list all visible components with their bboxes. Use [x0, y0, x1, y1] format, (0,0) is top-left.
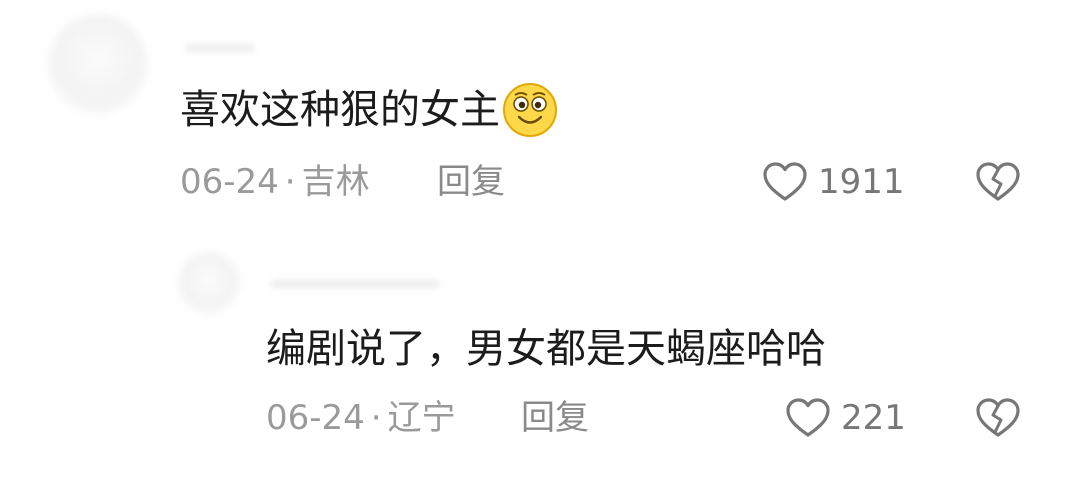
dislike-button[interactable]: [975, 161, 1021, 207]
comment-date: 06-24: [180, 162, 279, 202]
comment-text: 喜欢这种狠的女主: [180, 82, 558, 138]
broken-heart-icon: [976, 162, 1020, 201]
meta-separator: ·: [284, 162, 296, 202]
comment-date: 06-24: [266, 398, 365, 438]
heart-outline-icon: [763, 162, 807, 201]
dislike-button[interactable]: [975, 397, 1021, 443]
heart-outline-icon: [786, 398, 830, 437]
username[interactable]: [185, 44, 255, 52]
avatar[interactable]: [178, 252, 240, 314]
comment-location: 辽宁: [387, 398, 456, 438]
reply-button[interactable]: 回复: [437, 162, 505, 202]
comment-text: 编剧说了，男女都是天蝎座哈哈: [266, 327, 826, 371]
avatar[interactable]: [48, 14, 148, 114]
comment-item: 喜欢这种狠的女主 06-24 · 吉林 回复 1911: [0, 0, 1081, 230]
smile-emoji-icon: [503, 83, 557, 137]
like-button[interactable]: 221: [785, 397, 906, 439]
reply-button[interactable]: 回复: [521, 398, 589, 438]
comment-location: 吉林: [301, 162, 370, 202]
comment-text-content: 编剧说了，男女都是天蝎座哈哈: [266, 326, 826, 372]
broken-heart-icon: [976, 398, 1020, 437]
like-count: 221: [841, 398, 906, 438]
meta-separator: ·: [370, 398, 382, 438]
reply-comment-item: 编剧说了，男女都是天蝎座哈哈 06-24 · 辽宁 回复 221: [0, 230, 1081, 481]
username[interactable]: [270, 280, 440, 288]
like-count: 1911: [818, 162, 905, 202]
comment-meta: 06-24 · 辽宁: [266, 398, 456, 438]
comment-text-content: 喜欢这种狠的女主: [180, 87, 500, 133]
like-button[interactable]: 1911: [762, 161, 905, 203]
comment-meta: 06-24 · 吉林: [180, 162, 370, 202]
